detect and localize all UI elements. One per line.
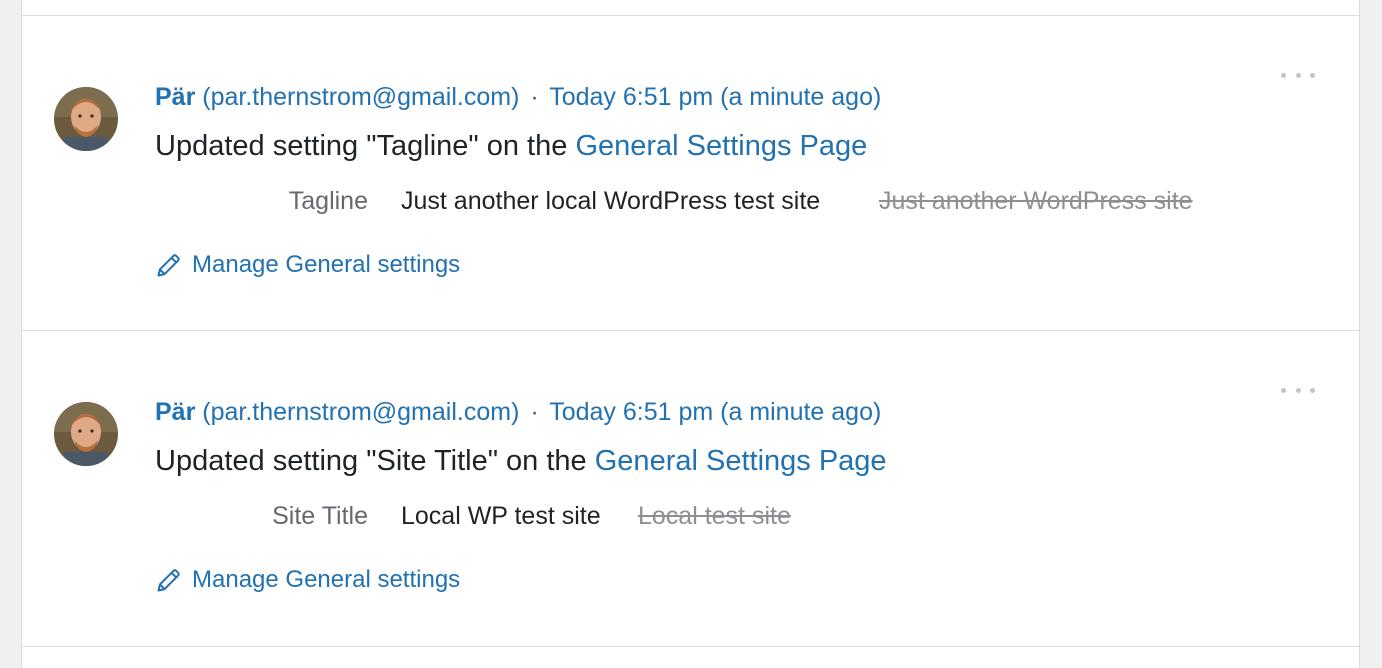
diff-label: Site Title	[272, 502, 368, 530]
user-name[interactable]: Pär	[155, 398, 195, 426]
user-avatar[interactable]	[54, 402, 118, 466]
diff-new-value: Local WP test site	[401, 502, 601, 530]
message-text: Updated setting "Site Title" on the	[155, 445, 595, 477]
user-avatar[interactable]	[54, 87, 118, 151]
activity-feed: Pär (par.thernstrom@gmail.com) · Today 6…	[21, 0, 1360, 668]
log-entry: Pär (par.thernstrom@gmail.com) · Today 6…	[22, 331, 1359, 646]
entry-message: Updated setting "Site Title" on the Gene…	[155, 443, 887, 479]
more-options-icon[interactable]	[1281, 69, 1315, 81]
manage-general-settings-link[interactable]: Manage General settings	[155, 250, 460, 280]
general-settings-page-link[interactable]: General Settings Page	[575, 130, 867, 162]
user-name[interactable]: Pär	[155, 83, 195, 111]
diff-old-value: Just another WordPress site	[879, 187, 1193, 215]
entry-meta: Pär (par.thernstrom@gmail.com) · Today 6…	[155, 397, 881, 427]
message-text: Updated setting "Tagline" on the	[155, 130, 576, 162]
setting-diff: Site Title Local WP test site Local test…	[22, 501, 1359, 531]
pencil-icon	[155, 251, 183, 279]
diff-new-value: Just another local WordPress test site	[401, 187, 821, 215]
divider	[22, 646, 1359, 647]
manage-label: Manage General settings	[192, 566, 461, 593]
diff-old-value: Local test site	[638, 502, 791, 530]
meta-separator: ·	[530, 398, 539, 426]
manage-label: Manage General settings	[192, 251, 461, 278]
log-entry: Pär (par.thernstrom@gmail.com) · Today 6…	[22, 16, 1359, 331]
user-email[interactable]: (par.thernstrom@gmail.com)	[202, 398, 519, 426]
general-settings-page-link[interactable]: General Settings Page	[595, 445, 887, 477]
diff-label: Tagline	[288, 187, 368, 215]
more-options-icon[interactable]	[1281, 384, 1315, 396]
setting-diff: Tagline Just another local WordPress tes…	[22, 186, 1359, 216]
manage-general-settings-link[interactable]: Manage General settings	[155, 565, 460, 595]
entry-meta: Pär (par.thernstrom@gmail.com) · Today 6…	[155, 82, 881, 112]
entry-time[interactable]: Today 6:51 pm (a minute ago)	[549, 398, 881, 426]
meta-separator: ·	[530, 83, 539, 111]
pencil-icon	[155, 566, 183, 594]
entry-message: Updated setting "Tagline" on the General…	[155, 128, 867, 164]
entry-time[interactable]: Today 6:51 pm (a minute ago)	[549, 83, 881, 111]
user-email[interactable]: (par.thernstrom@gmail.com)	[202, 83, 519, 111]
